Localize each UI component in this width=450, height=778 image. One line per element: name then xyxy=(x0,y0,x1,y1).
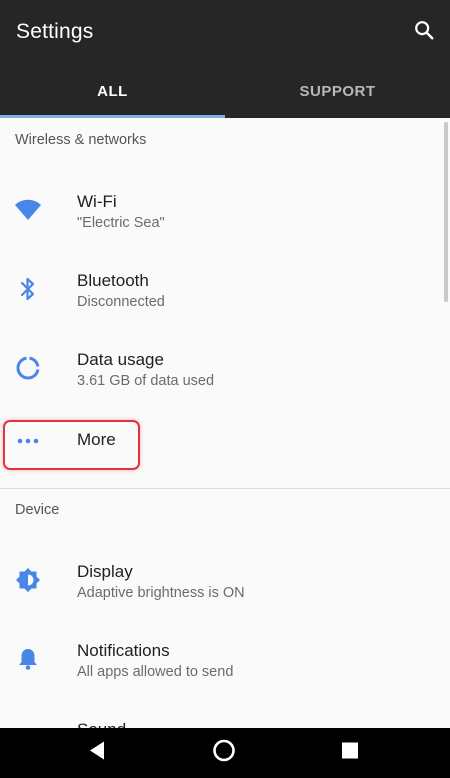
page-title: Settings xyxy=(16,20,94,43)
recents-icon xyxy=(341,742,359,765)
search-button[interactable] xyxy=(410,18,438,46)
search-icon xyxy=(413,19,435,46)
tab-all-label: ALL xyxy=(97,82,128,100)
system-nav-bar xyxy=(0,728,450,778)
section-header-device: Device xyxy=(15,502,60,518)
notifications-title: Notifications xyxy=(77,641,170,660)
settings-item-sound[interactable]: Sound xyxy=(0,700,445,728)
settings-item-display[interactable]: Display Adaptive brightness is ON xyxy=(0,542,445,618)
display-title: Display xyxy=(77,562,133,581)
section-divider xyxy=(0,488,450,489)
notifications-subtitle: All apps allowed to send xyxy=(77,664,234,680)
settings-item-wifi[interactable]: Wi-Fi "Electric Sea" xyxy=(0,172,445,248)
app-bar: Settings ALL SUPPORT xyxy=(0,0,450,118)
settings-item-bluetooth[interactable]: Bluetooth Disconnected xyxy=(0,251,445,327)
section-header-wireless: Wireless & networks xyxy=(15,132,147,148)
tab-bar: ALL SUPPORT xyxy=(0,64,450,118)
bluetooth-subtitle: Disconnected xyxy=(77,294,165,310)
bell-icon xyxy=(14,645,42,673)
wifi-title: Wi-Fi xyxy=(77,192,117,211)
tab-support[interactable]: SUPPORT xyxy=(225,64,450,118)
highlight-box xyxy=(3,420,140,470)
bluetooth-icon xyxy=(14,275,42,303)
back-button[interactable] xyxy=(88,741,106,766)
data-usage-title: Data usage xyxy=(77,350,164,369)
bluetooth-title: Bluetooth xyxy=(77,271,149,290)
tab-all[interactable]: ALL xyxy=(0,64,225,118)
settings-item-notifications[interactable]: Notifications All apps allowed to send xyxy=(0,621,445,697)
settings-list[interactable]: Wireless & networks Wi-Fi "Electric Sea"… xyxy=(0,118,450,728)
display-subtitle: Adaptive brightness is ON xyxy=(77,585,245,601)
recents-button[interactable] xyxy=(341,742,359,765)
brightness-icon xyxy=(14,566,42,594)
back-icon xyxy=(88,741,106,766)
data-usage-subtitle: 3.61 GB of data used xyxy=(77,373,215,389)
home-button[interactable] xyxy=(212,739,236,768)
sound-title: Sound xyxy=(77,720,126,728)
wifi-icon xyxy=(14,196,42,224)
tab-support-label: SUPPORT xyxy=(299,82,376,100)
settings-item-data-usage[interactable]: Data usage 3.61 GB of data used xyxy=(0,330,445,406)
data-usage-icon xyxy=(14,354,42,382)
home-icon xyxy=(212,739,236,768)
wifi-subtitle: "Electric Sea" xyxy=(77,215,165,231)
